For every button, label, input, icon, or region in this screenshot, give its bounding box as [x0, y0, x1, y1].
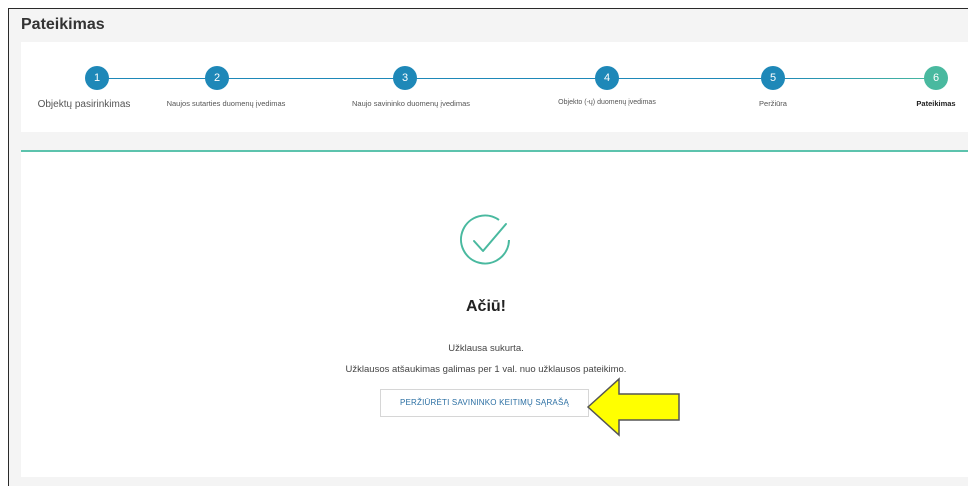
step-3-circle[interactable]: 3 [393, 66, 417, 90]
step-connector [97, 78, 217, 79]
step-connector [607, 78, 773, 79]
view-owner-changes-button[interactable]: PERŽIŪRĖTI SAVININKO KEITIMŲ SĄRAŠĄ [380, 389, 589, 417]
confirmation-panel: Ačiū! Užklausa sukurta. Užklausos atšauk… [21, 150, 968, 477]
step-2-circle[interactable]: 2 [205, 66, 229, 90]
step-connector [773, 78, 936, 79]
step-connector [217, 78, 405, 79]
step-4-label: Objekto (-ų) duomenų įvedimas [558, 99, 656, 106]
stepper: 1 2 3 4 5 6 Objektų pasirinkimas Naujos … [21, 42, 968, 132]
step-connector [405, 78, 607, 79]
page-title: Pateikimas [21, 16, 105, 33]
cancel-info-text: Užklausos atšaukimas galimas per 1 val. … [345, 364, 627, 375]
step-6-label: Pateikimas [916, 99, 956, 108]
step-6-circle[interactable]: 6 [924, 66, 948, 90]
step-4-circle[interactable]: 4 [595, 66, 619, 90]
thank-you-heading: Ačiū! [466, 298, 506, 315]
step-5-circle[interactable]: 5 [761, 66, 785, 90]
request-created-text: Užklausa sukurta. [448, 343, 524, 354]
arrow-left-icon [586, 377, 680, 437]
step-3-label: Naujo savininko duomenų įvedimas [352, 99, 470, 108]
step-1-circle[interactable]: 1 [85, 66, 109, 90]
step-2-label: Naujos sutarties duomenų įvedimas [166, 99, 286, 108]
check-circle-icon [455, 209, 517, 271]
step-1-label: Objektų pasirinkimas [37, 99, 131, 110]
app-window: Pateikimas 1 2 3 4 5 6 Objektų pasirinki… [8, 8, 968, 486]
step-5-label: Peržiūra [759, 99, 787, 108]
